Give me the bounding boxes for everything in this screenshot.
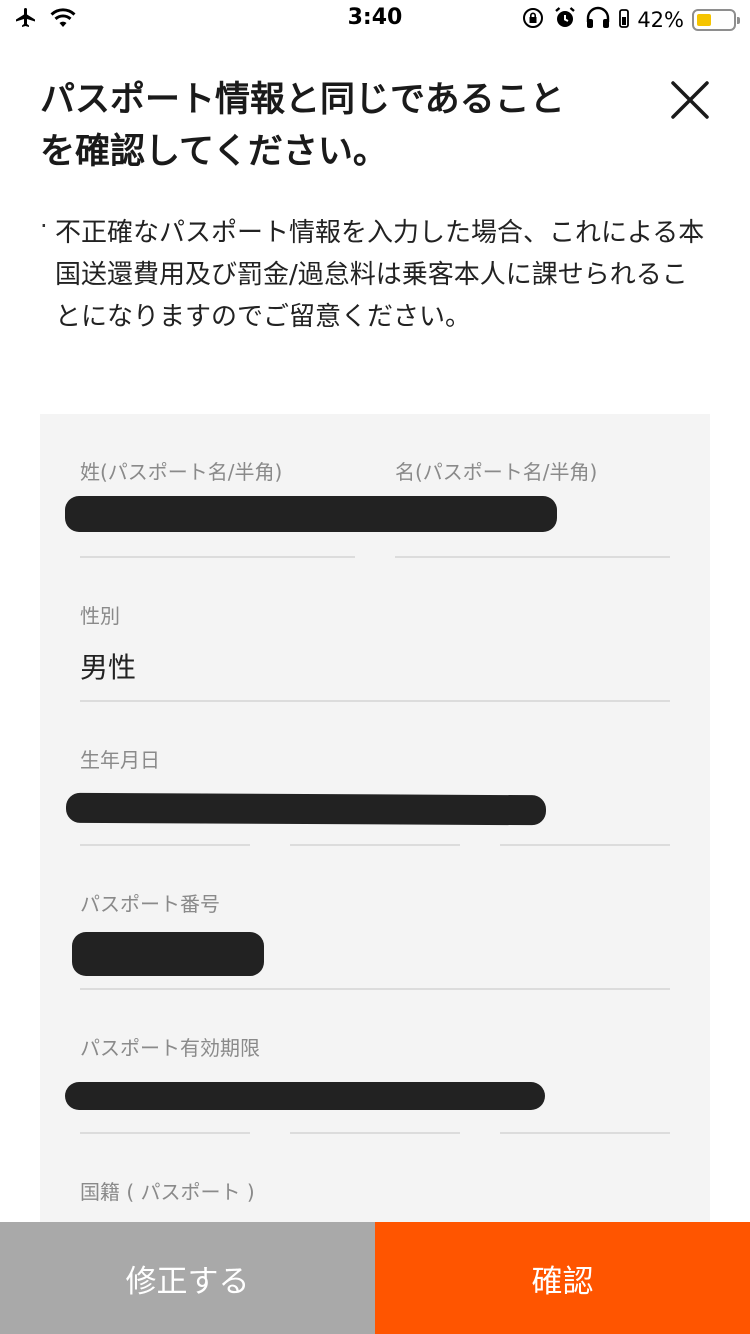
name-redaction [65, 496, 557, 532]
orientation-lock-icon [521, 6, 545, 34]
close-button[interactable] [670, 80, 710, 120]
first-name-label: 名(パスポート名/半角) [395, 460, 598, 484]
birth-month-field[interactable] [290, 844, 460, 846]
gender-field-line [80, 700, 670, 702]
title-line-1: パスポート情報と同じであること [40, 80, 565, 120]
title-line-2: を確認してください。 [40, 132, 388, 172]
confirm-button[interactable]: 確認 [375, 1222, 750, 1334]
battery-level [697, 14, 711, 26]
first-name-field[interactable] [395, 556, 670, 558]
birthdate-label: 生年月日 [80, 748, 160, 772]
battery-icon [692, 9, 740, 31]
close-icon [671, 81, 709, 119]
birthdate-redaction [65, 792, 547, 826]
alarm-icon [553, 6, 577, 34]
gender-value[interactable]: 男性 [80, 646, 136, 686]
passport-info-panel: 姓(パスポート名/半角) 名(パスポート名/半角) 性別 男性 生年月日 パスポ… [40, 414, 710, 1222]
passport-number-redaction [72, 932, 264, 976]
expiry-day-field[interactable] [500, 1132, 670, 1134]
expiry-month-field[interactable] [290, 1132, 460, 1134]
battery-percent: 42% [637, 8, 684, 32]
page-title: パスポート情報と同じであること を確認してください。 [40, 74, 600, 178]
birth-day-field[interactable] [500, 844, 670, 846]
status-bar: 3:40 42% [0, 0, 750, 40]
edit-button[interactable]: 修正する [0, 1222, 375, 1334]
passport-expiry-label: パスポート有効期限 [80, 1036, 260, 1060]
passport-number-label: パスポート番号 [80, 892, 220, 916]
passport-expiry-redaction [65, 1082, 545, 1110]
last-name-label: 姓(パスポート名/半角) [80, 460, 283, 484]
notice-bullet: · [40, 212, 48, 240]
nationality-label: 国籍 ( パスポート ) [80, 1180, 255, 1204]
battery-charge-icon [619, 7, 630, 33]
headphones-icon [585, 6, 611, 34]
last-name-field[interactable] [80, 556, 355, 558]
notice-text: 不正確なパスポート情報を入力した場合、これによる本国送還費用及び罰金/過怠料は乗… [55, 218, 705, 332]
passport-number-field[interactable] [80, 988, 670, 990]
status-right: 42% [521, 6, 740, 34]
gender-label: 性別 [80, 604, 120, 628]
birth-year-field[interactable] [80, 844, 250, 846]
expiry-year-field[interactable] [80, 1132, 250, 1134]
